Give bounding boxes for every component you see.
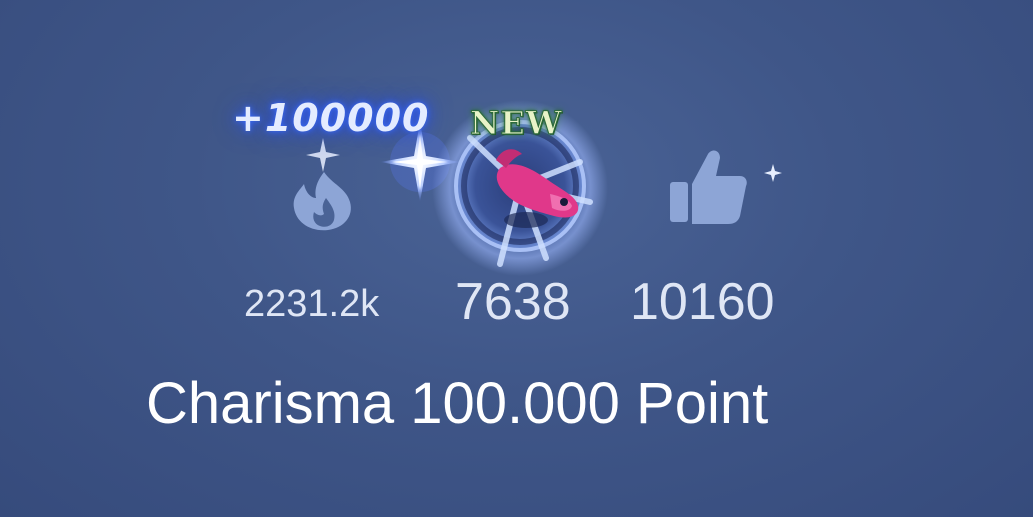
thumbs-up-icon (670, 150, 747, 224)
caption-text: Charisma 100.000 Point (146, 371, 769, 436)
popularity-value: 2231.2k (244, 283, 380, 325)
flame-icon (293, 172, 351, 231)
new-badge: NEW (470, 104, 563, 143)
likes-value: 10160 (630, 273, 775, 331)
charisma-value: 7638 (455, 273, 571, 331)
charisma-gain-label: +100000 (232, 96, 430, 140)
sparkle-icon (306, 138, 340, 172)
sparkle-icon (764, 164, 782, 182)
